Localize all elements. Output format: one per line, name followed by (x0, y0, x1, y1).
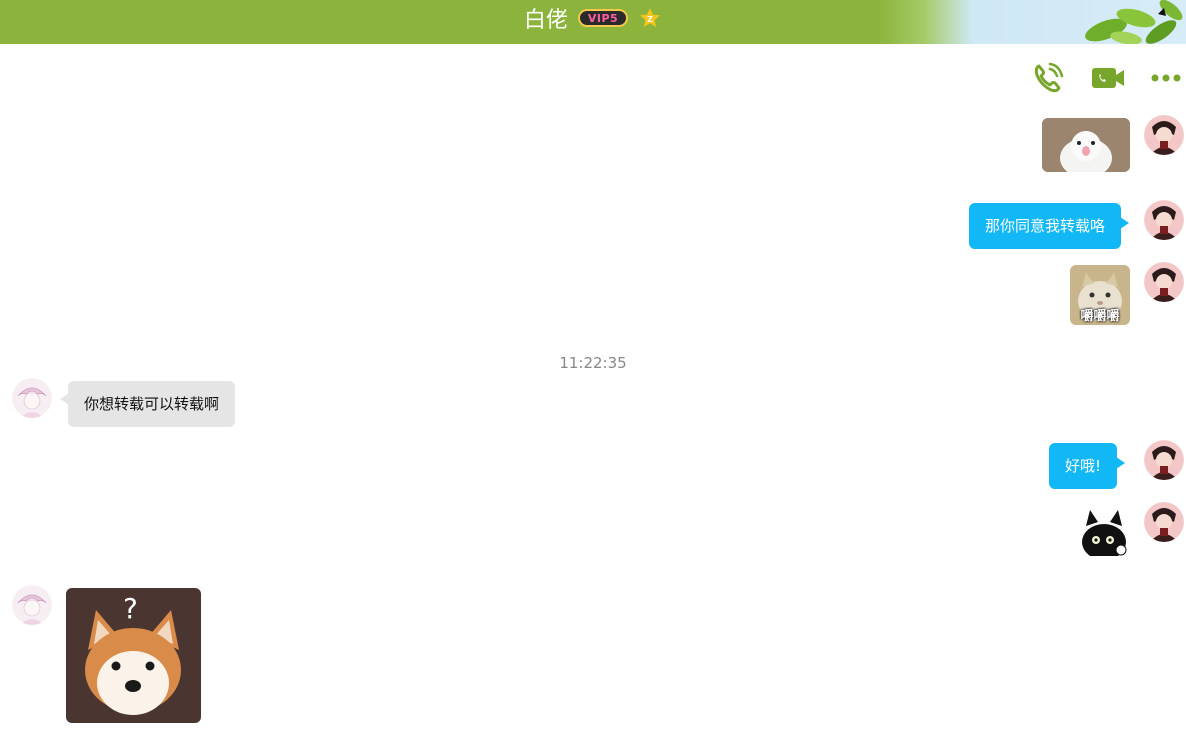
message-bubble-other[interactable]: 你想转载可以转载啊 (59, 381, 236, 427)
shiba-sticker-image: ? (66, 588, 201, 723)
my-avatar-image (1144, 200, 1184, 240)
chat-actions (996, 58, 1186, 98)
my-avatar-image (1144, 262, 1184, 302)
voice-call-icon (1034, 62, 1064, 93)
my-avatar[interactable] (1144, 440, 1184, 480)
chat-header: 白佬 VIP5 Z (0, 0, 1186, 44)
my-avatar[interactable] (1144, 502, 1184, 542)
my-avatar-image (1144, 440, 1184, 480)
contact-avatar[interactable] (12, 378, 52, 418)
video-call-button[interactable] (1088, 58, 1128, 98)
contact-avatar[interactable] (12, 585, 52, 625)
message-sticker-shiba[interactable]: ? (66, 588, 201, 723)
message-sticker-cat[interactable]: 嚼嚼嚼 (1070, 265, 1130, 325)
voice-call-button[interactable] (1028, 58, 1068, 98)
my-avatar-image (1144, 115, 1184, 155)
vip-badge: VIP5 (577, 9, 629, 27)
my-avatar[interactable] (1144, 262, 1184, 302)
svg-text:Z: Z (647, 15, 653, 24)
sticker-question-mark: ? (123, 592, 138, 625)
star-badge-icon: Z (640, 8, 661, 27)
sticker-caption: 嚼嚼嚼 (1080, 309, 1120, 324)
message-bubble-mine[interactable]: 好哦! (1049, 443, 1126, 489)
message-timestamp: 11:22:35 (559, 354, 627, 372)
message-sticker-bird[interactable] (1042, 118, 1130, 172)
my-avatar[interactable] (1144, 200, 1184, 240)
more-icon (1151, 74, 1181, 82)
more-options-button[interactable] (1146, 58, 1186, 98)
chat-title: 白佬 (523, 8, 568, 33)
my-avatar[interactable] (1144, 115, 1184, 155)
video-call-icon (1092, 68, 1124, 88)
black-cat-sticker-image (1078, 504, 1130, 556)
message-sticker-black-cat[interactable] (1078, 504, 1130, 556)
my-avatar-image (1144, 502, 1184, 542)
contact-avatar-image (12, 378, 52, 418)
message-bubble-mine[interactable]: 那你同意我转载咯 (969, 203, 1130, 249)
contact-avatar-image (12, 585, 52, 625)
bird-sticker-image (1042, 118, 1130, 172)
